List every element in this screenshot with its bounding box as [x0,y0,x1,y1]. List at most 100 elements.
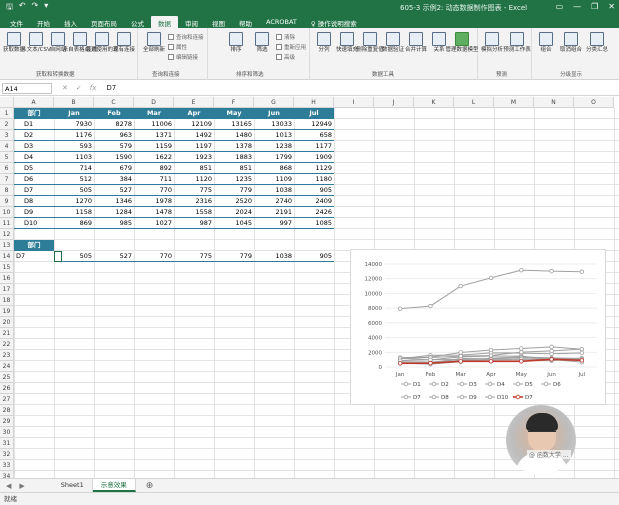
row-header[interactable]: 1 [0,108,14,119]
row-header[interactable]: 5 [0,152,14,163]
row-header[interactable]: 19 [0,306,14,317]
table-cell[interactable]: 779 [214,185,254,196]
ungroup-button[interactable]: 取消组合 [559,32,583,53]
active-cell[interactable] [54,251,62,262]
table-cell[interactable]: 1177 [294,141,334,152]
row-header[interactable]: 16 [0,273,14,284]
ribbon-tab[interactable]: 公式 [124,16,151,28]
row-header[interactable]: 32 [0,449,14,460]
table-cell[interactable]: 1909 [294,152,334,163]
table-cell[interactable]: 1284 [94,207,134,218]
row-header[interactable]: 7 [0,174,14,185]
redo-icon[interactable]: ↷ [32,1,39,15]
table-cell[interactable]: 7930 [54,119,94,130]
column-header[interactable]: F [214,97,254,108]
properties-button[interactable]: 属性 [168,43,187,51]
remove-duplicates-button[interactable]: 删除重复值 [356,32,384,53]
reapply-button[interactable]: 重新应用 [276,43,306,51]
ribbon-tab[interactable]: 页面布局 [84,16,124,28]
table-cell[interactable]: 1480 [214,130,254,141]
consolidate-button[interactable]: 合并计算 [404,32,428,53]
table-cell[interactable]: 1045 [214,218,254,229]
table-cell[interactable]: 384 [94,174,134,185]
ribbon-tab[interactable]: 帮助 [232,16,259,28]
table-cell[interactable]: 1180 [294,174,334,185]
table-cell[interactable]: 8278 [94,119,134,130]
table-cell[interactable]: D1 [14,119,54,130]
row-header[interactable]: 26 [0,383,14,394]
table-cell[interactable]: 868 [254,163,294,174]
table-cell[interactable]: D10 [14,218,54,229]
row-header[interactable]: 23 [0,350,14,361]
table-cell[interactable]: 1120 [174,174,214,185]
queries-connections-button[interactable]: 查询和连接 [168,33,204,41]
table-cell[interactable]: 963 [94,130,134,141]
row-header[interactable]: 28 [0,405,14,416]
group-button[interactable]: 组合 [534,32,558,53]
table-cell[interactable]: 1371 [134,130,174,141]
table-cell[interactable]: 1085 [294,218,334,229]
text-to-columns-button[interactable]: 分列 [312,32,336,53]
row-header[interactable]: 24 [0,361,14,372]
undo-icon[interactable]: ↶ [19,1,26,15]
table-cell[interactable]: 997 [254,218,294,229]
table-cell[interactable]: 1109 [254,174,294,185]
table-cell[interactable]: 13165 [214,119,254,130]
ribbon-display-icon[interactable]: ▭ [556,2,564,11]
table-cell[interactable]: 2426 [294,207,334,218]
table-cell[interactable]: 1238 [254,141,294,152]
row-header[interactable]: 8 [0,185,14,196]
table-cell[interactable]: 12949 [294,119,334,130]
table-cell[interactable]: D6 [14,174,54,185]
table-cell[interactable]: 1235 [214,174,254,185]
row-header[interactable]: 12 [0,229,14,240]
table-cell[interactable]: 12109 [174,119,214,130]
table-cell[interactable]: 714 [54,163,94,174]
column-header[interactable]: K [414,97,454,108]
row-header[interactable]: 17 [0,284,14,295]
sort-button[interactable]: 排序 [224,32,248,53]
column-header[interactable]: G [254,97,294,108]
column-header[interactable]: E [174,97,214,108]
table-cell[interactable]: 1027 [134,218,174,229]
column-header[interactable]: L [454,97,494,108]
table-cell[interactable]: 1159 [134,141,174,152]
table-cell[interactable]: 527 [94,185,134,196]
table-cell[interactable]: 1590 [94,152,134,163]
row-header[interactable]: 21 [0,328,14,339]
table-cell[interactable]: D9 [14,207,54,218]
existing-connections-button[interactable]: 现有连接 [112,32,136,53]
table-cell[interactable]: 851 [174,163,214,174]
ribbon-tab[interactable]: 开始 [30,16,57,28]
table-cell[interactable]: 711 [134,174,174,185]
close-icon[interactable]: ✕ [608,2,615,11]
ribbon-tab[interactable]: 数据 [151,16,178,28]
table-cell[interactable]: 593 [54,141,94,152]
row-header[interactable]: 20 [0,317,14,328]
table-cell[interactable]: D2 [14,130,54,141]
sheet-nav-right-icon[interactable]: ▶ [17,482,30,490]
column-header[interactable]: N [534,97,574,108]
minimize-icon[interactable]: — [573,2,581,11]
table-cell[interactable]: 1378 [214,141,254,152]
table-cell[interactable]: 658 [294,130,334,141]
table-cell[interactable]: D5 [14,163,54,174]
row-header[interactable]: 29 [0,416,14,427]
row-header[interactable]: 11 [0,218,14,229]
advanced-button[interactable]: 高级 [276,53,295,61]
table-cell[interactable]: 579 [94,141,134,152]
table-cell[interactable]: 679 [94,163,134,174]
ribbon-tab[interactable]: 视图 [205,16,232,28]
table-cell[interactable]: D7 [14,185,54,196]
sheet-tab-active[interactable]: 示意效果 [92,479,136,492]
filter-button[interactable]: 筛选 [250,32,274,53]
lookup-cell[interactable]: 775 [174,251,214,262]
forecast-sheet-button[interactable]: 预测工作表 [503,32,531,53]
lookup-cell[interactable]: 779 [214,251,254,262]
row-header[interactable]: 4 [0,141,14,152]
table-cell[interactable]: 2191 [254,207,294,218]
edit-links-button[interactable]: 编辑链接 [168,53,198,61]
subtotal-button[interactable]: 分类汇总 [585,32,609,53]
row-header[interactable]: 10 [0,207,14,218]
lookup-cell[interactable]: 527 [94,251,134,262]
